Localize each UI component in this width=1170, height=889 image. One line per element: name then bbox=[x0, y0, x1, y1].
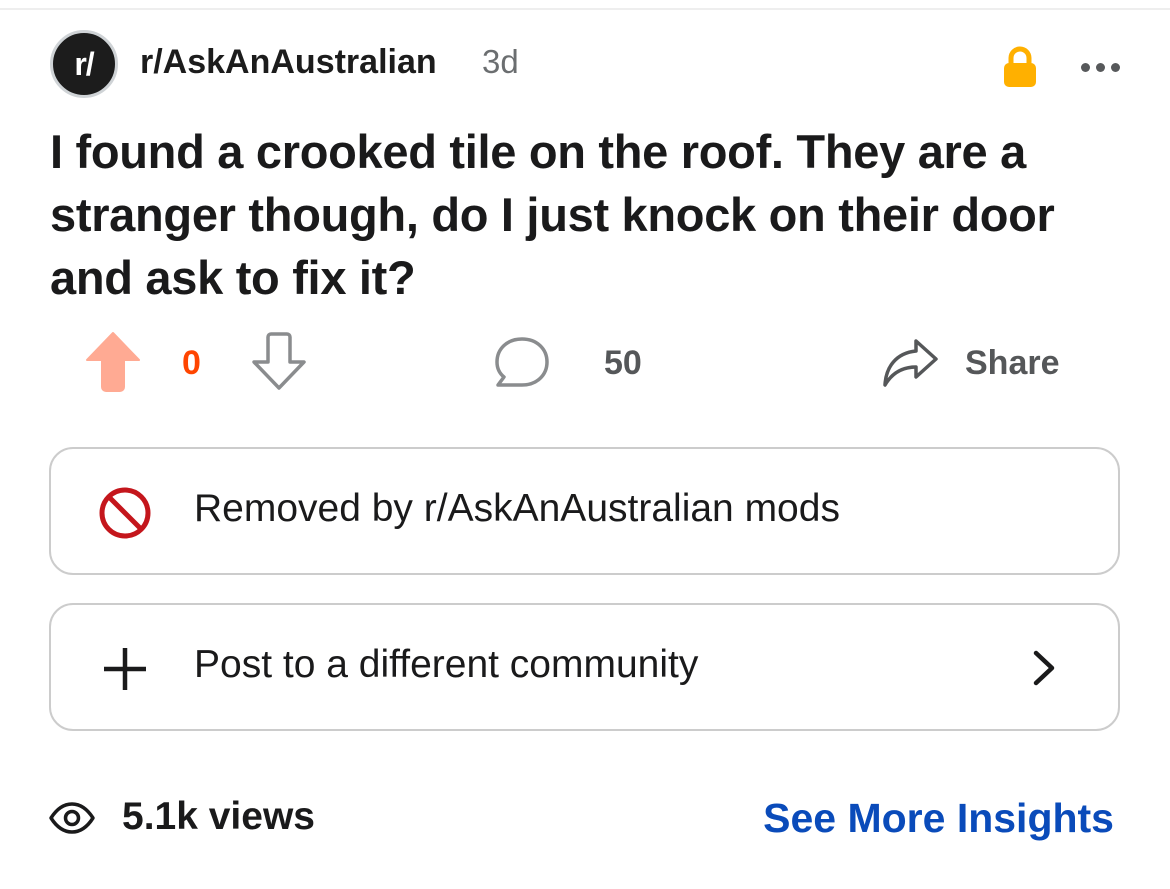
post-title[interactable]: I found a crooked tile on the roof. They… bbox=[50, 120, 1130, 309]
comment-icon[interactable] bbox=[492, 333, 552, 393]
removed-notice: Removed by r/AskAnAustralian mods bbox=[49, 447, 1120, 575]
subreddit-avatar[interactable]: r/ bbox=[50, 30, 118, 98]
eye-icon bbox=[49, 802, 95, 834]
post-header: r/ r/AskAnAustralian 3d bbox=[50, 30, 1120, 100]
chevron-right-icon bbox=[1033, 650, 1055, 686]
ban-icon bbox=[99, 487, 151, 539]
top-divider bbox=[0, 8, 1170, 10]
subreddit-name[interactable]: r/AskAnAustralian bbox=[140, 43, 437, 82]
post-age: 3d bbox=[482, 43, 519, 80]
vote-score: 0 bbox=[182, 344, 201, 382]
post-actions-bar: 0 50 Share bbox=[0, 325, 1170, 400]
removed-text: Removed by r/AskAnAustralian mods bbox=[194, 487, 840, 530]
subreddit-avatar-text: r/ bbox=[74, 45, 94, 82]
crosspost-text: Post to a different community bbox=[194, 643, 699, 686]
plus-icon bbox=[104, 648, 146, 690]
upvote-icon[interactable] bbox=[84, 330, 142, 392]
view-count: 5.1k views bbox=[122, 795, 315, 838]
more-options-icon[interactable] bbox=[1070, 52, 1130, 82]
share-label: Share bbox=[965, 344, 1060, 382]
post-to-different-community-button[interactable]: Post to a different community bbox=[49, 603, 1120, 731]
comment-count: 50 bbox=[604, 344, 642, 382]
lock-icon bbox=[1004, 46, 1036, 87]
see-more-insights-link[interactable]: See More Insights bbox=[763, 795, 1114, 842]
post-footer: 5.1k views See More Insights bbox=[0, 785, 1170, 855]
downvote-icon[interactable] bbox=[250, 330, 308, 392]
share-button[interactable]: Share bbox=[880, 330, 1080, 395]
share-icon bbox=[883, 339, 938, 387]
